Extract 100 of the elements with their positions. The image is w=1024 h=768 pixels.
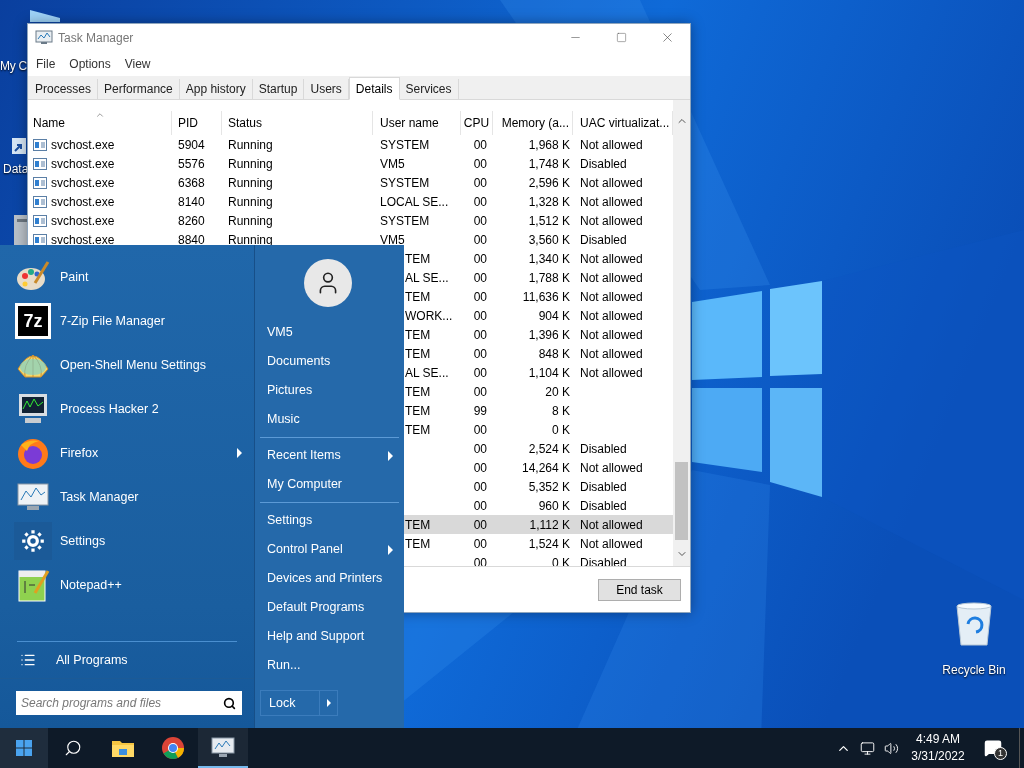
settings-icon xyxy=(14,522,52,560)
table-cell-text: 5,352 K xyxy=(528,478,570,496)
table-cell-text: 5904 xyxy=(178,136,205,154)
search-field[interactable]: Search programs and files xyxy=(16,691,242,715)
table-cell-text: TEM xyxy=(405,402,431,420)
pinned-program[interactable]: 7z 7-Zip File Manager xyxy=(14,299,244,343)
table-cell-text: 00 xyxy=(473,497,487,515)
submenu-arrow-icon xyxy=(326,699,331,707)
pinned-program[interactable]: Open-Shell Menu Settings xyxy=(14,343,244,387)
table-cell-text: 1,396 K xyxy=(528,326,570,344)
table-cell-text: TEM xyxy=(405,345,431,363)
table-cell-text: 1,524 K xyxy=(528,535,570,553)
table-cell-text: SYSTEM xyxy=(380,174,430,192)
icon-label: Recycle Bin xyxy=(942,663,1006,677)
menu-item[interactable]: My Computer xyxy=(260,470,399,499)
table-cell-text: 904 K xyxy=(538,307,570,325)
table-cell-text: TEM xyxy=(405,288,431,306)
notification-button[interactable]: 1 xyxy=(971,728,1015,768)
table-cell-text: Not allowed xyxy=(580,193,643,211)
folder-icon xyxy=(112,739,134,757)
menu-item[interactable]: Settings xyxy=(260,506,399,535)
table-cell-text: TEM xyxy=(405,535,431,553)
table-cell-text: 14,264 K xyxy=(521,459,570,477)
table-cell-text: Running xyxy=(228,193,273,211)
tab[interactable]: Performance xyxy=(98,79,180,99)
taskbar-button[interactable] xyxy=(198,728,248,768)
table-cell-text: 00 xyxy=(473,288,487,306)
table-cell-text: 8260 xyxy=(178,212,205,230)
table-cell-text: 99 xyxy=(473,402,487,420)
table-cell-text: Not allowed xyxy=(580,516,643,534)
notification-count: 1 xyxy=(994,747,1007,760)
table-cell-text: 1,788 K xyxy=(528,269,570,287)
menu-item[interactable]: Devices and Printers xyxy=(260,564,399,593)
table-cell-text: 848 K xyxy=(538,345,570,363)
clock[interactable]: 4:49 AM 3/31/2022 xyxy=(909,731,967,765)
table-cell-text: 2,596 K xyxy=(528,174,570,192)
table-cell-text: 00 xyxy=(473,345,487,363)
task-manager-icon xyxy=(35,30,53,45)
menu-item[interactable]: Default Programs xyxy=(260,593,399,622)
taskbar-button[interactable] xyxy=(0,728,48,768)
table-cell-text: 00 xyxy=(473,421,487,439)
table-cell-text: 960 K xyxy=(538,497,570,515)
process-icon xyxy=(33,195,47,208)
table-cell-text: 00 xyxy=(473,554,487,566)
menu-item[interactable]: View xyxy=(120,54,155,73)
all-programs-item[interactable]: All Programs xyxy=(0,642,254,678)
pinned-program[interactable]: Task Manager xyxy=(14,475,244,519)
chart-monitor-icon xyxy=(211,736,235,758)
table-cell-text: 20 K xyxy=(545,383,570,401)
scrollbar[interactable] xyxy=(673,100,690,566)
table-cell-text: Not allowed xyxy=(580,345,643,363)
tab[interactable]: Processes xyxy=(29,79,99,99)
menu-item[interactable]: Options xyxy=(65,54,115,73)
end-task-button[interactable]: End task xyxy=(598,578,681,601)
list-icon xyxy=(20,652,36,668)
pinned-program[interactable]: Settings xyxy=(14,519,244,563)
table-cell-text: 6368 xyxy=(178,174,205,192)
table-cell-text: TEM xyxy=(405,383,431,401)
shortcut-icon[interactable] xyxy=(12,138,26,154)
search-icon xyxy=(64,739,82,757)
table-cell-text: 00 xyxy=(473,307,487,325)
pinned-program[interactable]: Process Hacker 2 xyxy=(14,387,244,431)
menu-item[interactable]: Documents xyxy=(260,347,399,376)
tab[interactable]: Startup xyxy=(252,79,305,99)
table-cell-text: 8 K xyxy=(552,402,570,420)
tab[interactable]: App history xyxy=(179,79,253,99)
table-cell-text: TEM xyxy=(405,421,431,439)
menu-item[interactable]: Run... xyxy=(260,651,399,680)
process-icon xyxy=(33,233,47,246)
menu-item[interactable]: VM5 xyxy=(260,318,399,347)
table-cell-text: 00 xyxy=(473,440,487,458)
menu-item[interactable]: File xyxy=(32,54,60,73)
tab[interactable]: Users xyxy=(304,79,349,99)
menu-item[interactable]: Recent Items xyxy=(260,441,399,470)
tab[interactable]: Details xyxy=(348,77,400,100)
scrollbar-thumb[interactable] xyxy=(675,462,688,540)
menu-item[interactable]: Pictures xyxy=(260,376,399,405)
table-cell-text: WORK... xyxy=(405,307,453,325)
table-cell-text: 00 xyxy=(473,326,487,344)
user-avatar[interactable] xyxy=(304,259,352,307)
browser-icon xyxy=(162,737,184,759)
table-cell-text: 0 K xyxy=(552,421,570,439)
pinned-program[interactable]: Paint xyxy=(14,255,244,299)
recycle-bin-icon[interactable] xyxy=(954,602,994,646)
pinned-program[interactable]: Notepad++ xyxy=(14,563,244,607)
table-cell-text: 00 xyxy=(473,193,487,211)
table-cell-text: 3,560 K xyxy=(528,231,570,249)
table-cell-text: 00 xyxy=(473,383,487,401)
process-icon xyxy=(33,176,47,189)
menu-item[interactable]: Music xyxy=(260,405,399,434)
table-cell-text: 8140 xyxy=(178,193,205,211)
table-cell-text: Not allowed xyxy=(580,212,643,230)
table-cell-text: 0 K xyxy=(552,554,570,566)
table-cell-text: 1,968 K xyxy=(528,136,570,154)
pinned-program[interactable]: Firefox xyxy=(14,431,244,475)
menu-item[interactable]: Help and Support xyxy=(260,622,399,651)
table-cell-text: 2,524 K xyxy=(528,440,570,458)
tab[interactable]: Services xyxy=(399,79,459,99)
menu-item[interactable]: Control Panel xyxy=(260,535,399,564)
table-cell-text: TEM xyxy=(405,250,431,268)
